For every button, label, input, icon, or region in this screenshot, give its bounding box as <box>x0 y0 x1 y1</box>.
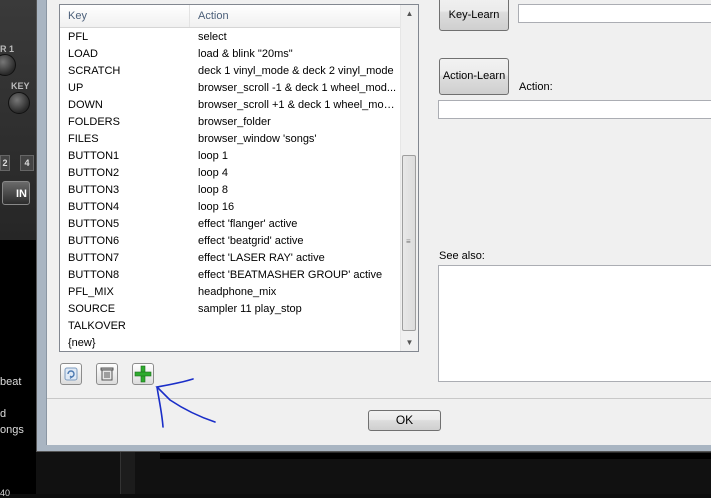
mapping-list[interactable]: Key Action PFL select LOAD load & blink "2… <box>59 4 419 352</box>
background-text: beat <box>0 376 22 388</box>
list-item[interactable]: BUTTON5 effect 'flanger' active <box>60 216 402 233</box>
item-key: DOWN <box>68 99 103 111</box>
list-item[interactable]: LOAD load & blink "20ms" <box>60 46 402 63</box>
item-action: select <box>198 31 227 43</box>
item-key: BUTTON3 <box>68 184 120 196</box>
list-item[interactable]: PFL select <box>60 29 402 46</box>
see-also-label: See also: <box>439 250 485 262</box>
list-item[interactable]: UP browser_scroll -1 & deck 1 wheel_mod..… <box>60 80 402 97</box>
trash-icon <box>100 367 114 381</box>
item-key: FILES <box>68 133 99 145</box>
column-header-key[interactable]: Key <box>60 5 190 27</box>
item-key: BUTTON4 <box>68 201 120 213</box>
list-item[interactable]: BUTTON6 effect 'beatgrid' active <box>60 233 402 250</box>
item-action: load & blink "20ms" <box>198 48 293 60</box>
background-text: ongs <box>0 424 24 436</box>
item-key: LOAD <box>68 48 98 60</box>
list-header: Key Action <box>60 5 402 28</box>
item-key: BUTTON5 <box>68 218 120 230</box>
grip-icon: ≡ <box>406 237 411 246</box>
item-key: SCRATCH <box>68 65 121 77</box>
item-key: FOLDERS <box>68 116 120 128</box>
list-item[interactable]: SOURCE sampler 11 play_stop <box>60 301 402 318</box>
list-item[interactable]: {new} <box>60 335 402 351</box>
item-key: PFL <box>68 31 89 43</box>
item-key: BUTTON8 <box>68 269 120 281</box>
item-action: loop 1 <box>198 150 228 162</box>
refresh-button[interactable] <box>60 363 82 385</box>
item-key: BUTTON6 <box>68 235 120 247</box>
key-field[interactable] <box>518 4 711 23</box>
item-key: UP <box>68 82 84 94</box>
refresh-icon <box>64 367 78 381</box>
item-action: sampler 11 play_stop <box>198 303 302 315</box>
ok-button[interactable]: OK <box>368 410 441 431</box>
item-action: loop 16 <box>198 201 235 213</box>
item-key: BUTTON7 <box>68 252 120 264</box>
list-item[interactable]: FILES browser_window 'songs' <box>60 131 402 148</box>
knob-label: KEY <box>11 81 30 91</box>
background-text: d <box>0 408 7 420</box>
item-key: SOURCE <box>68 303 116 315</box>
item-action: browser_window 'songs' <box>198 133 317 145</box>
list-item[interactable]: FOLDERS browser_folder <box>60 114 402 131</box>
scrollbar-thumb[interactable]: ≡ <box>402 155 416 331</box>
list-body: PFL select LOAD load & blink "20ms" SCRATCH… <box>60 29 402 351</box>
list-scrollbar[interactable]: ▲ ≡ ▼ <box>400 5 418 351</box>
knob <box>8 92 30 114</box>
in-button: IN <box>2 181 30 205</box>
item-action: effect 'flanger' active <box>198 218 298 230</box>
action-label: Action: <box>519 81 553 93</box>
deck-button: 4 <box>20 155 34 171</box>
list-item[interactable]: BUTTON4 loop 16 <box>60 199 402 216</box>
item-action: browser_scroll -1 & deck 1 wheel_mod... <box>198 82 397 94</box>
see-also-field[interactable] <box>438 265 711 382</box>
item-key: BUTTON1 <box>68 150 120 162</box>
item-key: PFL_MIX <box>68 286 114 298</box>
item-action: loop 4 <box>198 167 228 179</box>
background-divider <box>160 452 711 459</box>
item-action: browser_folder <box>198 116 271 128</box>
knob <box>0 54 16 76</box>
item-key: TALKOVER <box>68 320 126 332</box>
knob-label: R 1 <box>0 44 15 54</box>
item-action: loop 8 <box>198 184 228 196</box>
item-key: {new} <box>68 337 96 349</box>
item-action: effect 'beatgrid' active <box>198 235 304 247</box>
item-key: BUTTON2 <box>68 167 120 179</box>
background-text: 40 <box>0 488 11 498</box>
key-learn-button[interactable]: Key-Learn <box>439 0 509 31</box>
deck-button: 2 <box>0 155 10 171</box>
list-item[interactable]: BUTTON8 effect 'BEATMASHER GROUP' active <box>60 267 402 284</box>
scroll-down-icon[interactable]: ▼ <box>401 334 418 351</box>
add-icon <box>134 365 152 383</box>
list-item[interactable]: BUTTON7 effect 'LASER RAY' active <box>60 250 402 267</box>
list-item[interactable]: PFL_MIX headphone_mix <box>60 284 402 301</box>
add-button[interactable] <box>132 363 154 385</box>
list-item[interactable]: BUTTON1 loop 1 <box>60 148 402 165</box>
list-item[interactable]: DOWN browser_scroll +1 & deck 1 wheel_mod… <box>60 97 402 114</box>
footer-separator <box>47 398 711 399</box>
item-action: browser_scroll +1 & deck 1 wheel_mod... <box>198 99 398 111</box>
list-item[interactable]: BUTTON3 loop 8 <box>60 182 402 199</box>
list-item[interactable]: TALKOVER <box>60 318 402 335</box>
background-divider <box>120 452 135 494</box>
background-app: R 1 KEY 2 4 IN beat d ongs 40 <box>0 0 40 498</box>
background-deck-panel: R 1 KEY 2 4 IN <box>0 0 37 240</box>
list-item[interactable]: BUTTON2 loop 4 <box>60 165 402 182</box>
item-action: headphone_mix <box>198 286 277 298</box>
item-action: effect 'LASER RAY' active <box>198 252 325 264</box>
list-item[interactable]: SCRATCH deck 1 vinyl_mode & deck 2 vinyl_… <box>60 63 402 80</box>
item-action: deck 1 vinyl_mode & deck 2 vinyl_mode <box>198 65 394 77</box>
item-action: effect 'BEATMASHER GROUP' active <box>198 269 383 281</box>
action-learn-button[interactable]: Action-Learn <box>439 58 509 95</box>
column-header-action[interactable]: Action <box>190 5 402 27</box>
action-field[interactable] <box>438 100 711 119</box>
scroll-up-icon[interactable]: ▲ <box>401 5 418 22</box>
delete-button[interactable] <box>96 363 118 385</box>
